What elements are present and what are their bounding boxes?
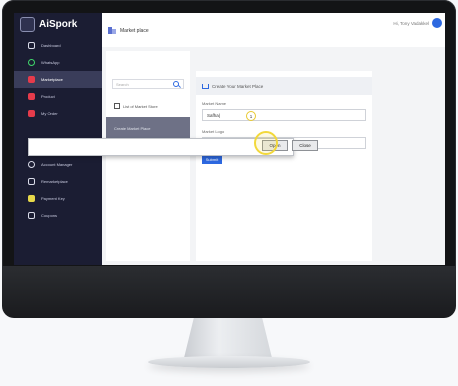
- sidebar-item-product[interactable]: Product: [14, 88, 102, 105]
- list-icon: [114, 103, 120, 109]
- page-title: Market place: [120, 27, 149, 34]
- list-market-store-link[interactable]: List of Market Store: [114, 103, 158, 109]
- cursor-indicator: 1: [246, 111, 256, 121]
- brand-name: AiSpork: [39, 19, 78, 30]
- sidebar-item-account-manager[interactable]: Account Manager: [14, 156, 102, 173]
- product-icon: [28, 93, 35, 100]
- market-name-label: Market Name: [202, 101, 227, 106]
- sidebar-item-remarketplace[interactable]: Remarketplace: [14, 173, 102, 190]
- store-icon: [108, 27, 116, 34]
- sidebar-item-label: Marketplace: [41, 77, 63, 82]
- sidebar-item-coupons[interactable]: Coupons: [14, 207, 102, 224]
- sidebar-item-dashboard[interactable]: Dashboard: [14, 37, 102, 54]
- top-bar: Hi, Tony Vadakkel Market place: [102, 13, 445, 37]
- submit-button[interactable]: Submit: [202, 155, 222, 164]
- content-area: Search List of Market Store Create Marke…: [102, 47, 445, 265]
- close-button[interactable]: Close: [292, 140, 318, 151]
- sidebar-item-label: Coupons: [41, 213, 58, 218]
- create-market-place-item[interactable]: Create Market Place: [106, 117, 190, 139]
- avatar[interactable]: [432, 18, 442, 28]
- market-logo-label: Market Logo: [202, 129, 225, 134]
- search-input[interactable]: Search: [112, 79, 184, 89]
- monitor-frame: AiSpork Dashboard WhatsApp Marketplace P…: [2, 0, 456, 292]
- sidebar-item-my-order[interactable]: My Order: [14, 105, 102, 122]
- sidebar-item-marketplace[interactable]: Marketplace: [14, 71, 102, 88]
- search-placeholder: Search: [116, 81, 129, 87]
- page-header: Market place: [108, 27, 149, 34]
- screen: AiSpork Dashboard WhatsApp Marketplace P…: [14, 13, 445, 265]
- sidebar-item-label: Remarketplace: [41, 179, 68, 184]
- user-greeting[interactable]: Hi, Tony Vadakkel: [393, 21, 429, 26]
- section-header: Create Your Market Place: [196, 77, 372, 95]
- monitor-icon: [28, 42, 35, 49]
- sidebar-item-label: WhatsApp: [41, 60, 60, 65]
- monitor-base: [148, 356, 310, 368]
- sidebar-item-label: Payment Key: [41, 196, 65, 201]
- sidebar-item-label: My Order: [41, 111, 58, 116]
- list-market-store-label: List of Market Store: [123, 103, 158, 109]
- section-title: Create Your Market Place: [212, 83, 264, 89]
- market-name-value: Safha|: [207, 112, 220, 118]
- sidebar-nav: Dashboard WhatsApp Marketplace Product M…: [14, 37, 102, 224]
- market-name-input[interactable]: Safha|: [202, 109, 366, 121]
- create-market-place-label: Create Market Place: [114, 125, 151, 131]
- marketplace-icon: [28, 76, 35, 83]
- search-icon[interactable]: [173, 81, 179, 87]
- left-panel: Search List of Market Store Create Marke…: [106, 51, 190, 261]
- home-icon: [202, 83, 209, 89]
- remarket-icon: [28, 178, 35, 185]
- click-highlight: [254, 131, 278, 155]
- brand-logo[interactable]: AiSpork: [20, 17, 77, 32]
- main-panel: Create Your Market Place Market Name Saf…: [196, 71, 372, 261]
- sidebar-item-label: Account Manager: [41, 162, 73, 167]
- whatsapp-icon: [28, 59, 35, 66]
- monitor-chin: [2, 266, 456, 318]
- sidebar-item-label: Dashboard: [41, 43, 61, 48]
- key-icon: [28, 195, 35, 202]
- account-icon: [28, 161, 35, 168]
- cart-icon: [28, 110, 35, 117]
- sidebar-item-payment-key[interactable]: Payment Key: [14, 190, 102, 207]
- sidebar-item-label: Product: [41, 94, 55, 99]
- sidebar-item-whatsapp[interactable]: WhatsApp: [14, 54, 102, 71]
- logo-mark-icon: [20, 17, 35, 32]
- coupon-icon: [28, 212, 35, 219]
